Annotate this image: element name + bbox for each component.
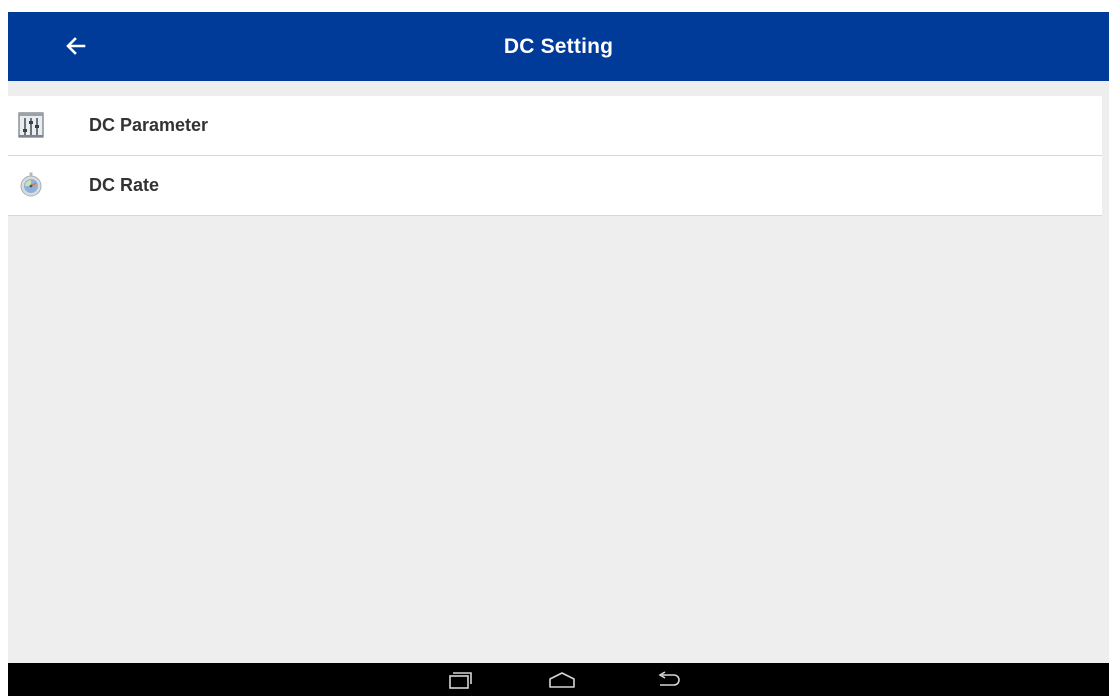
gauge-icon: [20, 172, 42, 197]
arrow-left-icon: [66, 37, 86, 55]
app-bar: DC Setting: [8, 12, 1109, 81]
page-title: DC Setting: [503, 34, 614, 58]
home-button[interactable]: [540, 667, 584, 693]
list-item-label: DC Rate: [89, 175, 160, 195]
system-back-button[interactable]: [647, 667, 691, 693]
home-icon: [549, 672, 575, 688]
sliders-icon: [18, 112, 44, 138]
list-item-dc-parameter[interactable]: DC Parameter: [8, 96, 1102, 156]
recent-apps-button[interactable]: [438, 667, 482, 693]
settings-list: DC Parameter DC Rate: [8, 96, 1102, 216]
list-item-label: DC Parameter: [89, 115, 209, 135]
system-nav-bar: [8, 663, 1109, 696]
screen: DC Setting DC Parameter DC Rate: [8, 12, 1109, 696]
back-icon: [658, 671, 680, 686]
recent-apps-icon: [449, 672, 472, 689]
back-button[interactable]: [56, 26, 96, 66]
list-item-dc-rate[interactable]: DC Rate: [8, 156, 1102, 216]
